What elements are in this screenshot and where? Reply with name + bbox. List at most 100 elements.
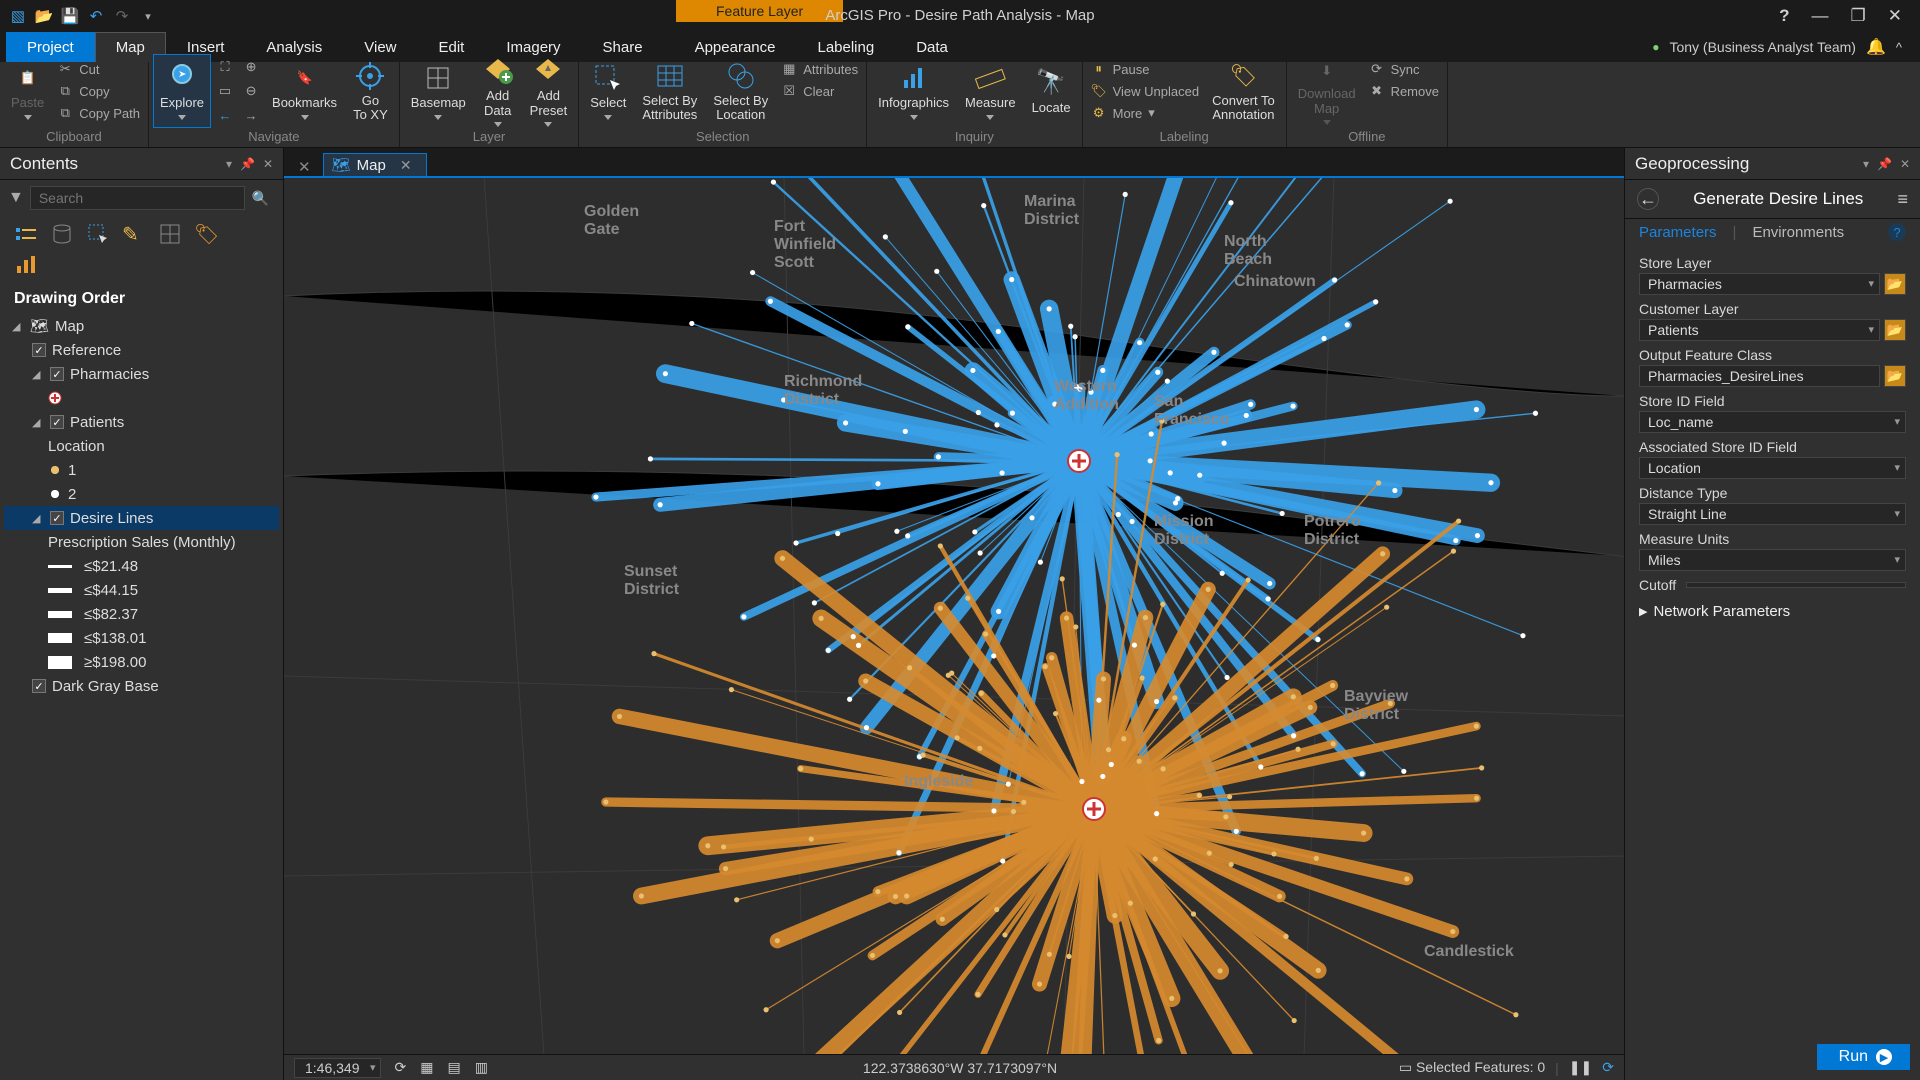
select-button[interactable]: Select [583,54,633,128]
break-5[interactable]: ≥$198.00 [4,650,279,674]
clear-selection-button[interactable]: ☒Clear [777,80,862,102]
break-4[interactable]: ≤$138.01 [4,626,279,650]
tab-environments[interactable]: Environments [1752,224,1844,241]
patients-val-2[interactable]: 2 [4,482,279,506]
more-labeling-button[interactable]: ⚙More ▾ [1087,102,1203,124]
explore-button[interactable]: Explore [153,54,211,128]
map-view[interactable]: GoldenGateFortWinfieldScottMarinaDistric… [284,176,1624,1054]
zoom-out-button[interactable]: ⊖ [239,80,263,102]
drawing-order-icon[interactable] [14,222,38,246]
help-icon[interactable]: ? [1779,6,1789,26]
qat-dropdown-icon[interactable]: ▾ [138,6,158,26]
contents-search-input[interactable] [30,186,245,210]
scale-input[interactable]: 1:46,349 [294,1058,381,1078]
close-all-views-icon[interactable]: ✕ [290,158,319,176]
tab-parameters[interactable]: Parameters [1639,224,1717,241]
store-layer-input[interactable]: Pharmacies [1639,273,1880,295]
view-unplaced-button[interactable]: 🏷View Unplaced [1087,80,1203,102]
store-id-input[interactable]: Loc_name [1639,411,1906,433]
data-source-icon[interactable] [50,222,74,246]
redo-icon[interactable]: ↷ [112,6,132,26]
search-icon[interactable]: 🔍 [252,190,269,207]
copy-button[interactable]: ⧉Copy [53,80,144,102]
layer-pharmacies[interactable]: ◢✓Pharmacies [4,362,279,386]
notifications-icon[interactable]: 🔔 [1866,37,1886,57]
attributes-button[interactable]: ▦Attributes [777,58,862,80]
add-data-button[interactable]: Add Data [475,54,521,128]
close-icon[interactable]: ✕ [1888,6,1902,26]
desire-field[interactable]: Prescription Sales (Monthly) [4,530,279,554]
tool-menu-icon[interactable]: ≡ [1897,189,1908,210]
undo-icon[interactable]: ↶ [86,6,106,26]
close-pane-icon[interactable]: ✕ [263,157,273,171]
gp-autohide-icon[interactable]: ▾ [1863,157,1869,171]
add-preset-button[interactable]: Add Preset [523,54,575,128]
layer-basemap[interactable]: ✓Dark Gray Base [4,674,279,698]
minimize-icon[interactable]: — [1812,6,1829,26]
select-by-attributes-button[interactable]: Select By Attributes [635,54,704,128]
remove-button[interactable]: ✖Remove [1365,80,1443,102]
refresh-icon[interactable]: ⟳ [1602,1059,1614,1076]
output-fc-input[interactable]: Pharmacies_DesireLines [1639,365,1880,387]
gp-pin-icon[interactable]: 📌 [1877,157,1892,171]
run-button[interactable]: Run▶ [1817,1044,1910,1070]
full-extent-button[interactable]: ⛶ [213,56,237,78]
autohide-icon[interactable]: ▾ [226,157,232,171]
save-icon[interactable]: 💾 [60,6,80,26]
constraints-icon[interactable]: ▥ [475,1059,488,1076]
layer-patients[interactable]: ◢✓Patients [4,410,279,434]
close-view-icon[interactable]: ✕ [400,157,412,174]
patients-field[interactable]: Location [4,434,279,458]
new-project-icon[interactable]: ▧ [8,6,28,26]
zoom-in-button[interactable]: ⊕ [239,56,263,78]
labeling-view-icon[interactable]: 🏷 [194,222,218,246]
infographics-button[interactable]: Infographics [871,54,956,128]
layer-desire-lines[interactable]: ◢✓Desire Lines [4,506,279,530]
open-project-icon[interactable]: 📂 [34,6,54,26]
patients-val-1[interactable]: 1 [4,458,279,482]
convert-annotation-button[interactable]: 🏷 Convert To Annotation [1205,54,1282,128]
pause-drawing-icon[interactable]: ❚❚ [1569,1059,1592,1076]
sync-button[interactable]: ⟳Sync [1365,58,1443,80]
cut-button[interactable]: ✂Cut [53,58,144,80]
paste-button[interactable]: 📋 Paste [4,54,51,128]
break-2[interactable]: ≤$44.15 [4,578,279,602]
measure-button[interactable]: Measure [958,54,1023,128]
restore-icon[interactable]: ❐ [1851,6,1866,26]
collapse-ribbon-icon[interactable]: ^ [1896,40,1902,55]
next-extent-button[interactable]: → [239,104,263,126]
locate-button[interactable]: 🔭 Locate [1025,54,1078,128]
assoc-id-input[interactable]: Location [1639,457,1906,479]
editing-view-icon[interactable]: ✎ [122,222,146,246]
prev-extent-button[interactable]: ← [213,104,237,126]
go-to-xy-button[interactable]: Go To XY [346,54,395,128]
filter-icon[interactable]: ▼ [8,189,24,207]
units-input[interactable]: Miles [1639,549,1906,571]
gp-close-icon[interactable]: ✕ [1900,157,1910,171]
view-tab-map[interactable]: 🗺Map✕ [323,153,427,176]
customer-layer-input[interactable]: Patients [1639,319,1880,341]
pause-draw-icon[interactable]: ▦ [420,1059,433,1076]
user-label[interactable]: Tony (Business Analyst Team) [1669,39,1856,55]
break-3[interactable]: ≤$82.37 [4,602,279,626]
back-button[interactable]: ← [1637,188,1659,210]
break-1[interactable]: ≤$21.48 [4,554,279,578]
select-by-location-button[interactable]: Select By Location [706,54,775,128]
download-map-button[interactable]: ⬇ Download Map [1291,54,1363,128]
pause-labeling-button[interactable]: ⏸Pause [1087,58,1203,80]
network-params-section[interactable]: ▶Network Parameters [1639,603,1906,620]
bookmarks-button[interactable]: 🔖 Bookmarks [265,54,344,128]
basemap-button[interactable]: Basemap [404,54,473,128]
pin-icon[interactable]: 📌 [240,157,255,171]
symbol-pharmacy[interactable] [4,386,279,410]
snapping-view-icon[interactable] [158,222,182,246]
distance-type-input[interactable]: Straight Line [1639,503,1906,525]
copy-path-button[interactable]: ⧉Copy Path [53,102,144,124]
rotate-icon[interactable]: ⟳ [395,1059,407,1076]
fixed-zoom-button[interactable]: ▭ [213,80,237,102]
map-node[interactable]: ◢🗺Map [4,314,279,338]
browse-icon[interactable]: 📂 [1884,365,1906,387]
layer-reference[interactable]: ✓Reference [4,338,279,362]
browse-icon[interactable]: 📂 [1884,319,1906,341]
cutoff-input[interactable] [1686,582,1906,588]
